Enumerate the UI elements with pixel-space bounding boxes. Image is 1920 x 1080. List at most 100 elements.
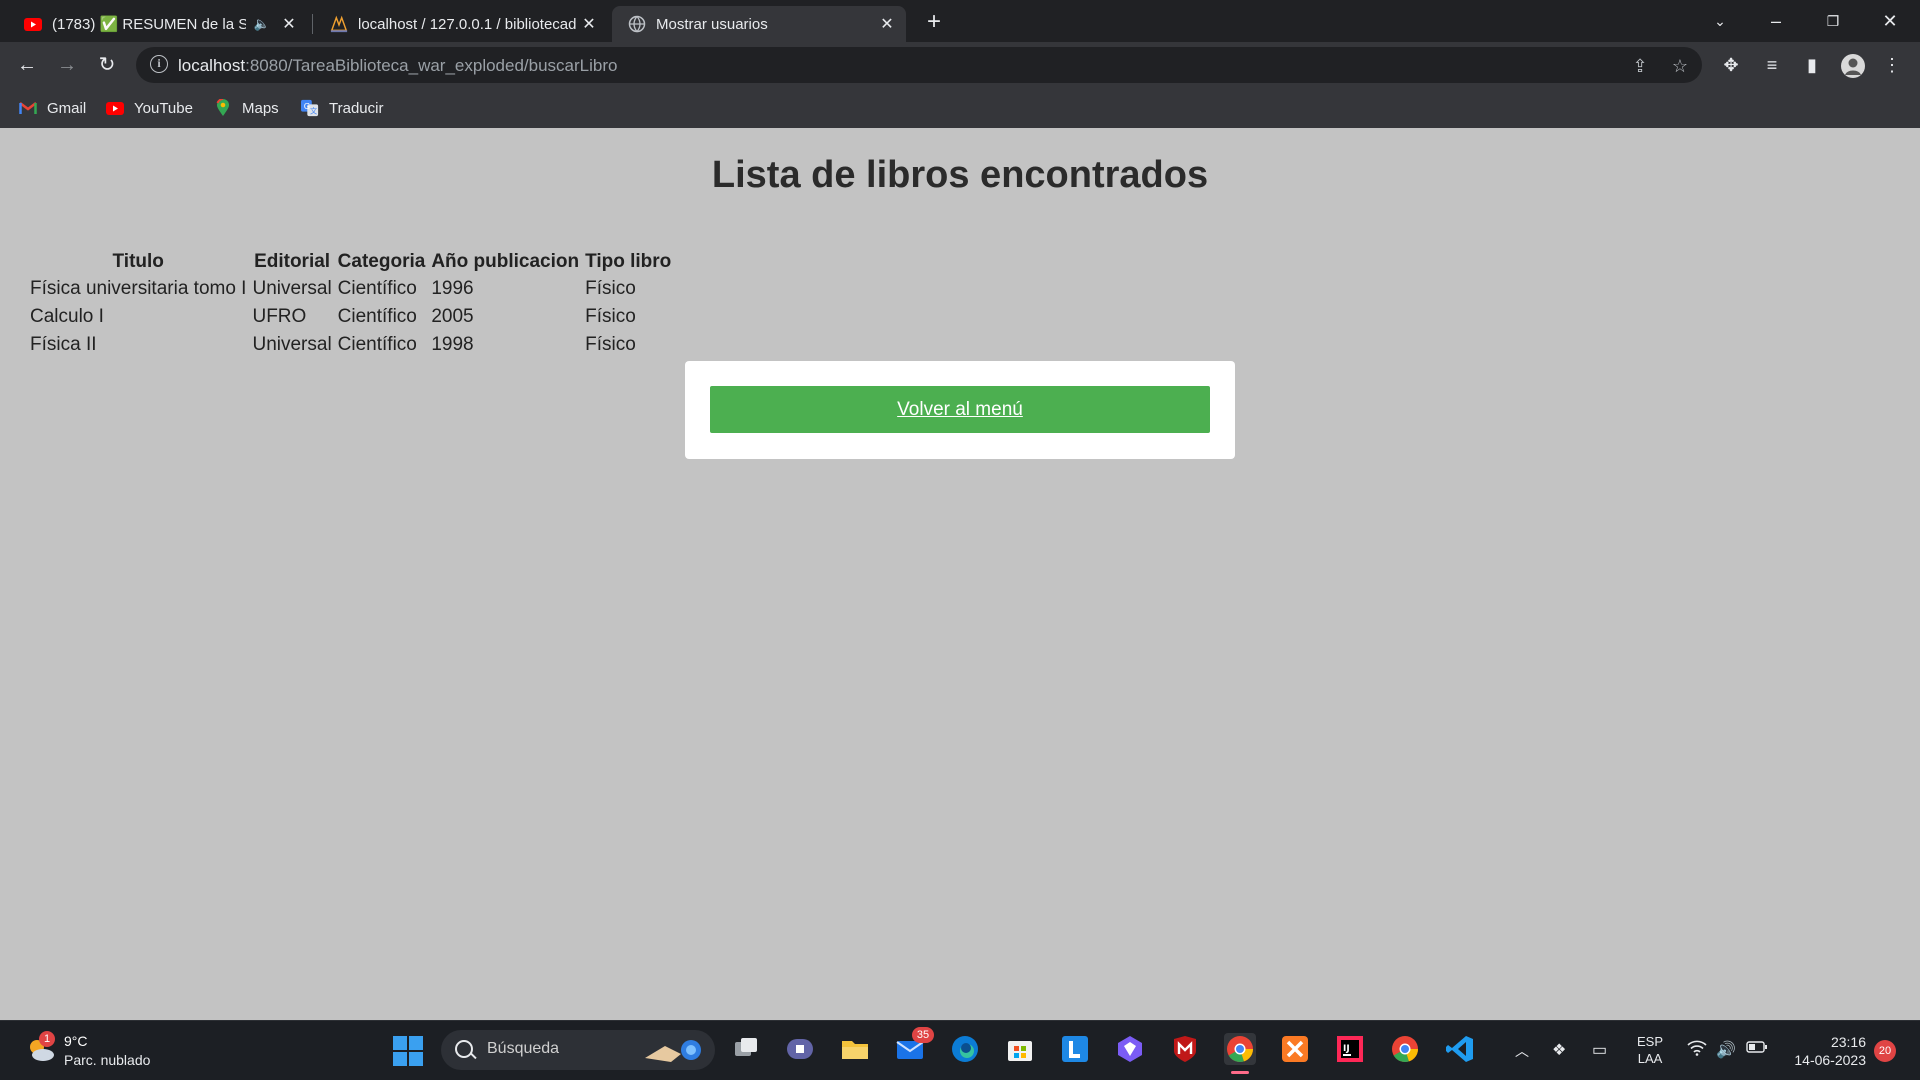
tab-title: (1783) ✅ RESUMEN de la SE xyxy=(52,16,246,33)
table-cell: Físico xyxy=(585,334,636,355)
bookmark-label: Gmail xyxy=(47,99,87,117)
file-explorer-icon[interactable] xyxy=(839,1033,871,1065)
display-icon[interactable]: ▭ xyxy=(1592,1040,1607,1060)
bookmark-traducir[interactable]: G文 Traducir xyxy=(301,96,383,120)
battery-icon[interactable] xyxy=(1746,1040,1768,1058)
windows-start-icon[interactable] xyxy=(393,1036,423,1066)
close-window-button[interactable]: ✕ xyxy=(1870,6,1910,36)
bookmark-youtube[interactable]: YouTube xyxy=(106,96,193,120)
column-header: Titulo xyxy=(112,251,164,272)
column-header: Tipo libro xyxy=(585,251,672,272)
side-panel-icon[interactable]: ▮ xyxy=(1800,53,1824,77)
table-cell: Físico xyxy=(585,306,636,327)
chrome-icon[interactable] xyxy=(1224,1033,1256,1074)
translate-icon: G文 xyxy=(301,99,319,117)
address-bar[interactable]: i localhost:8080/TareaBiblioteca_war_exp… xyxy=(136,47,1702,83)
notification-badge[interactable]: 20 xyxy=(1874,1040,1896,1062)
table-row: Física universitaria tomo I Universal Ci… xyxy=(28,276,673,302)
system-clock[interactable]: 23:16 14-06-2023 xyxy=(1786,1033,1866,1069)
close-tab-icon[interactable]: ✕ xyxy=(578,14,600,34)
column-header: Editorial xyxy=(254,251,331,272)
menu-kebab-icon[interactable]: ⋮ xyxy=(1880,53,1904,77)
clock-time: 23:16 xyxy=(1830,1034,1866,1050)
table-cell: 2005 xyxy=(431,306,474,327)
weather-widget[interactable]: 1 9°C Parc. nublado xyxy=(24,1030,174,1072)
page-content: Lista de libros encontrados Titulo Edito… xyxy=(0,128,1920,1020)
tab-search-chevron-icon[interactable]: ⌄ xyxy=(1700,6,1740,36)
bookmark-label: Maps xyxy=(242,99,279,117)
table-cell: Universal xyxy=(252,278,332,299)
table-cell: Calculo I xyxy=(30,306,104,327)
input-language[interactable]: ESP LAA xyxy=(1637,1033,1663,1067)
dropbox-icon[interactable]: ❖ xyxy=(1552,1040,1566,1060)
bookmark-gmail[interactable]: Gmail xyxy=(19,96,86,120)
books-table: Titulo Editorial Categoria Año publicaci… xyxy=(26,248,675,360)
taskbar-search[interactable]: Búsqueda xyxy=(441,1030,715,1070)
mail-badge: 35 xyxy=(912,1027,934,1043)
table-header-row: Titulo Editorial Categoria Año publicaci… xyxy=(28,250,673,274)
media-control-icon[interactable]: ≡ xyxy=(1760,53,1784,77)
edge-icon[interactable] xyxy=(949,1033,981,1065)
info-icon[interactable]: i xyxy=(150,55,168,73)
table-cell: Científico xyxy=(337,334,417,355)
tab-youtube[interactable]: (1783) ✅ RESUMEN de la SE 🔈 ✕ xyxy=(8,6,308,42)
table-cell: UFRO xyxy=(252,306,307,327)
table-row: Calculo I UFRO Científico 2005 Físico xyxy=(28,304,673,330)
keyboard-layout: LAA xyxy=(1637,1051,1663,1066)
l-app-icon[interactable] xyxy=(1059,1033,1091,1065)
browser-toolbar: ← → ↻ i localhost:8080/TareaBiblioteca_w… xyxy=(0,42,1920,88)
tab-title: Mostrar usuarios xyxy=(656,15,768,33)
tab-title: localhost / 127.0.0.1 / bibliotecad xyxy=(358,15,577,33)
teams-chat-icon[interactable] xyxy=(784,1033,816,1065)
weather-badge: 1 xyxy=(39,1031,55,1047)
forward-arrow-icon[interactable]: → xyxy=(53,51,81,79)
table-cell: Física universitaria tomo I xyxy=(30,278,247,299)
table-row: Física II Universal Científico 1998 Físi… xyxy=(28,332,673,358)
share-icon[interactable]: ⇪ xyxy=(1629,55,1651,77)
profile-avatar[interactable] xyxy=(1840,53,1865,78)
new-tab-button[interactable]: + xyxy=(918,8,950,36)
tab-separator xyxy=(312,14,313,34)
search-placeholder: Búsqueda xyxy=(487,1040,560,1057)
restore-button[interactable]: ❐ xyxy=(1813,6,1853,36)
search-icon xyxy=(455,1040,473,1058)
globe-icon xyxy=(628,15,646,33)
table-cell: 1996 xyxy=(431,278,474,299)
xampp-icon[interactable] xyxy=(1279,1033,1311,1065)
speaker-icon[interactable]: 🔈 xyxy=(254,16,270,32)
table-cell: Física II xyxy=(30,334,97,355)
wifi-icon[interactable] xyxy=(1687,1040,1707,1061)
mail-icon[interactable]: 35 xyxy=(894,1027,934,1065)
bookmark-star-icon[interactable]: ☆ xyxy=(1669,55,1691,77)
weather-temp: 9°C xyxy=(64,1033,88,1049)
tray-overflow-chevron-icon[interactable]: ︿ xyxy=(1515,1041,1529,1061)
clock-date: 14-06-2023 xyxy=(1794,1052,1866,1068)
microsoft-store-icon[interactable] xyxy=(1004,1033,1036,1065)
column-header: Categoria xyxy=(337,251,426,272)
bookmark-label: YouTube xyxy=(134,99,193,117)
reload-icon[interactable]: ↻ xyxy=(93,51,121,79)
extensions-puzzle-icon[interactable]: ✥ xyxy=(1719,53,1743,77)
language-code: ESP xyxy=(1637,1034,1664,1049)
tab-phpmyadmin[interactable]: localhost / 127.0.0.1 / bibliotecad ✕ xyxy=(314,6,608,42)
vscode-icon[interactable] xyxy=(1444,1033,1476,1065)
bing-copilot-icon[interactable] xyxy=(1114,1033,1146,1065)
table-cell: Físico xyxy=(585,278,636,299)
minimize-button[interactable]: – xyxy=(1756,6,1796,36)
close-tab-icon[interactable]: ✕ xyxy=(876,14,898,34)
url-text[interactable]: localhost:8080/TareaBiblioteca_war_explo… xyxy=(178,56,617,76)
chrome-profile-icon[interactable] xyxy=(1389,1033,1421,1065)
close-tab-icon[interactable]: ✕ xyxy=(278,14,300,34)
table-cell: Científico xyxy=(337,306,417,327)
weather-condition: Parc. nublado xyxy=(64,1052,151,1068)
phpmyadmin-icon xyxy=(330,15,348,33)
tab-mostrar-usuarios[interactable]: Mostrar usuarios ✕ xyxy=(612,6,906,42)
bookmark-maps[interactable]: Maps xyxy=(214,96,279,120)
mcafee-icon[interactable] xyxy=(1169,1033,1201,1065)
youtube-icon xyxy=(106,99,124,117)
intellij-icon[interactable]: IJ xyxy=(1334,1033,1366,1065)
back-to-menu-button[interactable]: Volver al menú xyxy=(710,386,1210,433)
task-view-icon[interactable] xyxy=(730,1033,762,1065)
volume-icon[interactable]: 🔊 xyxy=(1716,1040,1736,1060)
back-arrow-icon[interactable]: ← xyxy=(13,51,41,79)
